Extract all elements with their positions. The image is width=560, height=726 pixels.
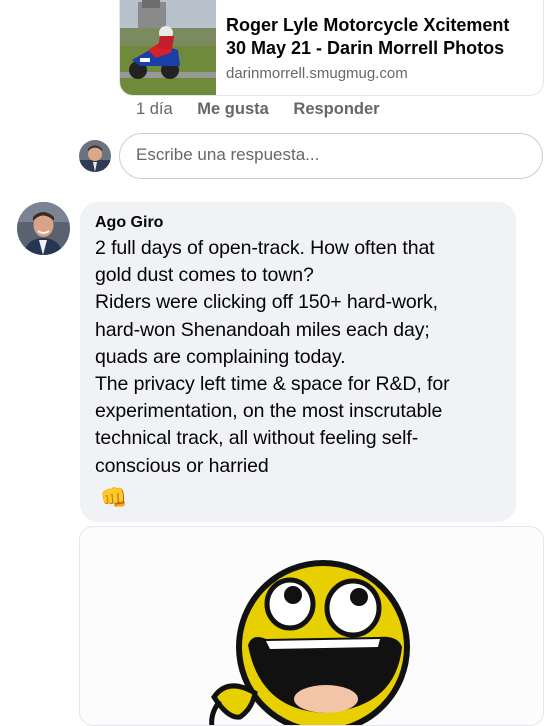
comment-actions: 1 día Me gusta Responder [136,100,400,119]
comment-text: 2 full days of open-track. How often tha… [95,237,450,477]
awesome-face-icon [209,560,410,725]
reply-input-container[interactable] [119,133,543,179]
reply-input[interactable] [136,145,516,165]
comment-timestamp[interactable]: 1 día [136,100,173,118]
comment-bubble: Ago Giro 2 full days of open-track. How … [80,202,516,522]
reply-button[interactable]: Responder [293,100,379,118]
commenter-avatar[interactable] [17,202,70,255]
comment-image-attachment[interactable] [79,526,544,726]
link-domain: darinmorrell.smugmug.com [226,65,408,82]
comment-author[interactable]: Ago Giro [95,213,502,233]
link-title[interactable]: Roger Lyle Motorcycle Xcitement 30 May 2… [226,14,535,60]
oncoming-fist-icon: 👊 [100,485,128,510]
link-preview-card[interactable]: Roger Lyle Motorcycle Xcitement 30 May 2… [119,0,544,96]
link-thumbnail-image [120,0,216,95]
like-button[interactable]: Me gusta [197,100,269,118]
current-user-avatar[interactable] [79,140,111,172]
